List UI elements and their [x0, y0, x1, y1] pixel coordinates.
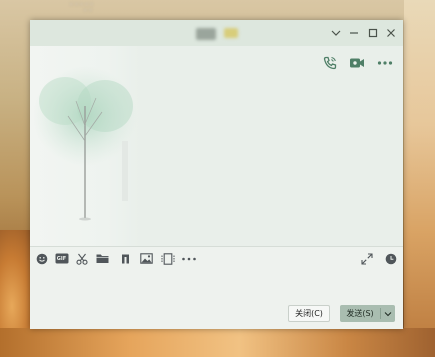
emoji-icon[interactable]: [34, 251, 49, 266]
close-icon[interactable]: [383, 25, 399, 41]
desktop-icon-label-2[interactable]: · ·: [84, 6, 92, 15]
chat-window: GIF 关闭(C) 发送(S): [30, 20, 403, 329]
music-icon[interactable]: [117, 251, 132, 266]
more-icon[interactable]: [376, 54, 394, 72]
history-icon[interactable]: [383, 251, 398, 266]
input-divider: [30, 246, 403, 247]
minimize-icon[interactable]: [346, 25, 362, 41]
image-icon[interactable]: [139, 251, 154, 266]
expand-icon[interactable]: [359, 251, 374, 266]
tree-wallpaper: [30, 46, 140, 246]
gif-icon[interactable]: GIF: [54, 251, 69, 266]
folder-icon[interactable]: [95, 251, 110, 266]
maximize-icon[interactable]: [365, 25, 381, 41]
send-button[interactable]: 发送(S): [340, 305, 395, 322]
close-button[interactable]: 关闭(C): [288, 305, 330, 322]
title-bar[interactable]: [30, 20, 403, 46]
message-input[interactable]: [30, 272, 403, 302]
contact-tag-blurred: [224, 28, 238, 38]
chevron-down-icon[interactable]: [328, 25, 344, 41]
phone-call-icon[interactable]: [321, 54, 339, 72]
send-options-chevron-icon[interactable]: [381, 311, 395, 317]
contact-name-blurred: [196, 28, 216, 40]
screen-record-icon[interactable]: [160, 251, 175, 266]
toolbar-more-icon[interactable]: [180, 251, 198, 266]
wallpaper-cat-right: [404, 0, 435, 357]
scissors-icon[interactable]: [74, 251, 89, 266]
video-call-icon[interactable]: [348, 54, 366, 72]
wallpaper-cat-bottom: [0, 328, 435, 357]
